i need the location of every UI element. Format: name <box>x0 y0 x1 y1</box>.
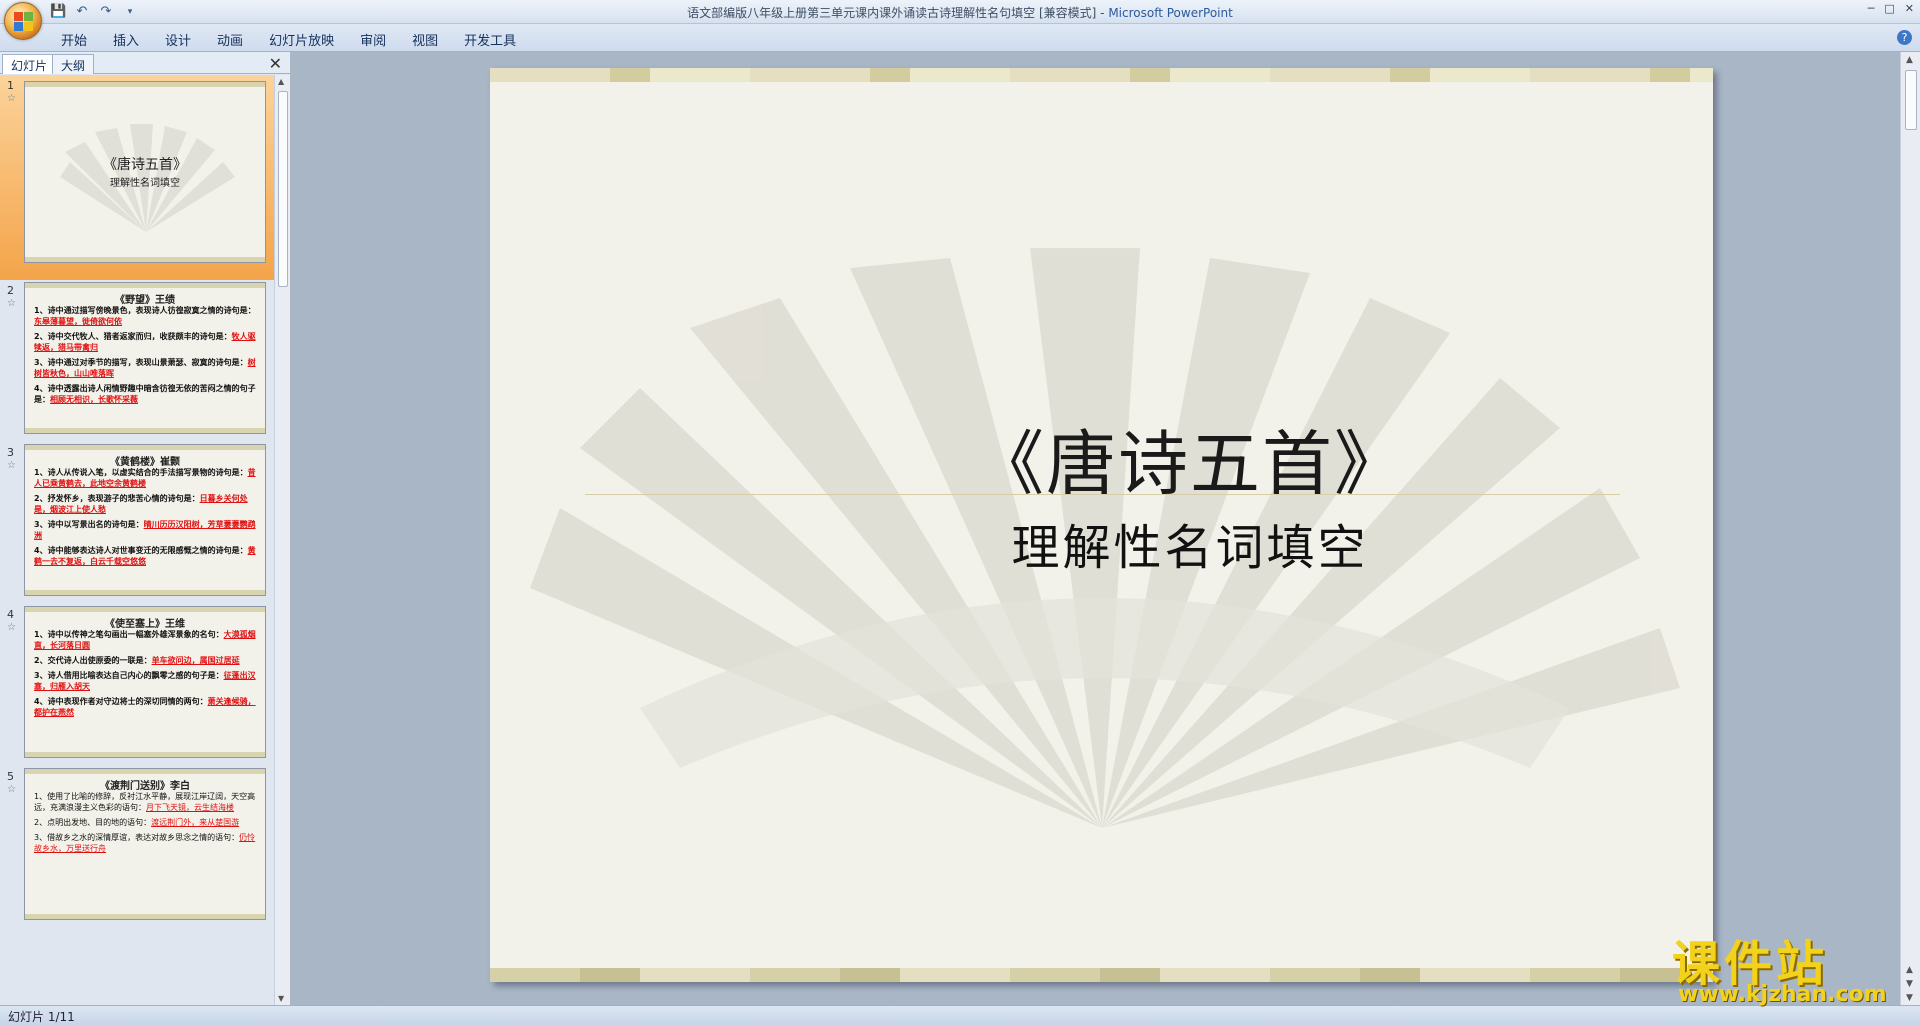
scroll-down-icon[interactable]: ▼ <box>278 994 284 1003</box>
office-logo-icon <box>14 12 34 32</box>
tab-slideshow[interactable]: 幻灯片放映 <box>256 30 347 49</box>
tab-review[interactable]: 审阅 <box>347 30 399 49</box>
restore-icon[interactable]: □ <box>1884 2 1894 15</box>
tab-design[interactable]: 设计 <box>152 30 204 49</box>
thumbnail-preview: 《野望》王绩 1、诗中通过描写傍晚景色，表现诗人彷徨寂寞之情的诗句是：东皋薄暮望… <box>24 282 266 434</box>
slide-number: 2 <box>7 284 14 297</box>
tab-slides[interactable]: 幻灯片 <box>2 54 57 74</box>
slide-thumbnail-1[interactable]: 1 ☆ 《唐诗五首》 理解性名词填空 <box>0 75 274 280</box>
tab-insert[interactable]: 插入 <box>100 30 152 49</box>
thumbnail-preview: 《渡荆门送别》李白 1、使用了比喻的修辞，反衬江水平静，展现江岸辽阔，天空高远，… <box>24 768 266 920</box>
thumbnail-body: 1、诗中以传神之笔勾画出一幅塞外雄浑景象的名句：大漠孤烟直，长河落日圆 2、交代… <box>34 630 256 717</box>
scrollbar-thumb[interactable] <box>278 91 288 287</box>
slide-number: 5 <box>7 770 14 783</box>
ribbon-tabs: 开始 插入 设计 动画 幻灯片放映 审阅 视图 开发工具 ? <box>0 24 1920 52</box>
document-title: 语文部编版八年级上册第三单元课内课外诵读古诗理解性名句填空 [兼容模式] - <box>687 6 1109 20</box>
slide-number: 4 <box>7 608 14 621</box>
slide-thumbnail-2[interactable]: 2 ☆ 《野望》王绩 1、诗中通过描写傍晚景色，表现诗人彷徨寂寞之情的诗句是：东… <box>0 280 274 442</box>
slide-thumbnail-4[interactable]: 4 ☆ 《使至塞上》王维 1、诗中以传神之笔勾画出一幅塞外雄浑景象的名句：大漠孤… <box>0 604 274 766</box>
thumbnail-title: 《唐诗五首》 <box>103 157 187 173</box>
tab-outline[interactable]: 大纲 <box>52 54 95 74</box>
scroll-up-icon[interactable]: ▲ <box>278 77 284 86</box>
slide-count: 幻灯片 1/11 <box>8 1010 75 1024</box>
window-controls: ─ □ ✕ <box>1868 2 1914 15</box>
help-icon[interactable]: ? <box>1897 30 1912 45</box>
scrollbar-thumb[interactable] <box>1905 70 1917 130</box>
current-slide[interactable]: 《唐诗五首》 理解性名词填空 <box>490 68 1713 982</box>
app-name: Microsoft PowerPoint <box>1108 6 1233 20</box>
window-title: 语文部编版八年级上册第三单元课内课外诵读古诗理解性名句填空 [兼容模式] - M… <box>0 4 1920 21</box>
thumbnail-title: 《使至塞上》王维 <box>105 619 185 630</box>
slide-number: 3 <box>7 446 14 459</box>
site-watermark: 课件站 www.kjzhan.com <box>1672 924 1912 1007</box>
animation-star-icon: ☆ <box>7 622 16 633</box>
title-bar: 💾 ↶ ↷ ▾ 语文部编版八年级上册第三单元课内课外诵读古诗理解性名句填空 [兼… <box>0 0 1920 24</box>
office-button[interactable] <box>4 2 42 40</box>
slide-thumbnail-3[interactable]: 3 ☆ 《黄鹤楼》崔颢 1、诗人从传说入笔，以虚实结合的手法描写景物的诗句是：昔… <box>0 442 274 604</box>
slide-bottom-band <box>490 968 1713 982</box>
thumbnail-body: 1、诗人从传说入笔，以虚实结合的手法描写景物的诗句是：昔人已乘黄鹤去，此地空余黄… <box>34 468 256 566</box>
animation-star-icon: ☆ <box>7 93 16 104</box>
slide-thumbnails: 1 ☆ 《唐诗五首》 理解性名词填空 2 ☆ 《野望》王绩 1、诗中通过描写傍晚… <box>0 75 274 1005</box>
close-icon[interactable]: ✕ <box>1905 2 1914 15</box>
slide-number: 1 <box>7 79 14 92</box>
thumbnails-scrollbar[interactable]: ▲ ▼ <box>274 75 290 1005</box>
tab-developer[interactable]: 开发工具 <box>451 30 529 49</box>
close-pane-icon[interactable]: ✕ <box>269 54 282 73</box>
thumbnail-title: 《黄鹤楼》崔颢 <box>110 457 180 468</box>
thumbnail-preview: 《唐诗五首》 理解性名词填空 <box>24 81 266 263</box>
thumbnail-title: 《野望》王绩 <box>115 295 175 306</box>
watermark-url: www.kjzhan.com <box>1678 982 1887 1007</box>
slides-pane: 幻灯片 大纲 ✕ 1 ☆ 《唐诗五首》 理解性名词填空 2 ☆ 《野望》王绩 1… <box>0 52 290 1005</box>
status-bar: 幻灯片 1/11 <box>0 1005 1920 1025</box>
thumbnail-title: 《渡荆门送别》李白 <box>100 781 190 792</box>
slide-scrollbar[interactable]: ▲ ▲ ▼ ▼ <box>1900 52 1920 1005</box>
tab-animations[interactable]: 动画 <box>204 30 256 49</box>
slide-subtitle[interactable]: 理解性名词填空 <box>810 508 1570 578</box>
thumbnail-body: 1、诗中通过描写傍晚景色，表现诗人彷徨寂寞之情的诗句是：东皋薄暮望，徙倚欲何依 … <box>34 306 256 404</box>
animation-star-icon: ☆ <box>7 784 16 795</box>
title-divider <box>585 494 1620 495</box>
thumbnail-subtitle: 理解性名词填空 <box>110 178 180 189</box>
minimize-icon[interactable]: ─ <box>1868 2 1875 15</box>
thumbnail-preview: 《黄鹤楼》崔颢 1、诗人从传说入笔，以虚实结合的手法描写景物的诗句是：昔人已乘黄… <box>24 444 266 596</box>
tab-home[interactable]: 开始 <box>48 30 100 49</box>
thumbnail-body: 1、使用了比喻的修辞，反衬江水平静，展现江岸辽阔，天空高远，充满浪漫主义色彩的语… <box>34 792 256 853</box>
tab-view[interactable]: 视图 <box>399 30 451 49</box>
scroll-up-icon[interactable]: ▲ <box>1906 55 1913 65</box>
animation-star-icon: ☆ <box>7 298 16 309</box>
animation-star-icon: ☆ <box>7 460 16 471</box>
slide-thumbnail-5[interactable]: 5 ☆ 《渡荆门送别》李白 1、使用了比喻的修辞，反衬江水平静，展现江岸辽阔，天… <box>0 766 274 928</box>
pane-tabs: 幻灯片 大纲 ✕ <box>0 52 290 74</box>
thumbnail-preview: 《使至塞上》王维 1、诗中以传神之笔勾画出一幅塞外雄浑景象的名句：大漠孤烟直，长… <box>24 606 266 758</box>
